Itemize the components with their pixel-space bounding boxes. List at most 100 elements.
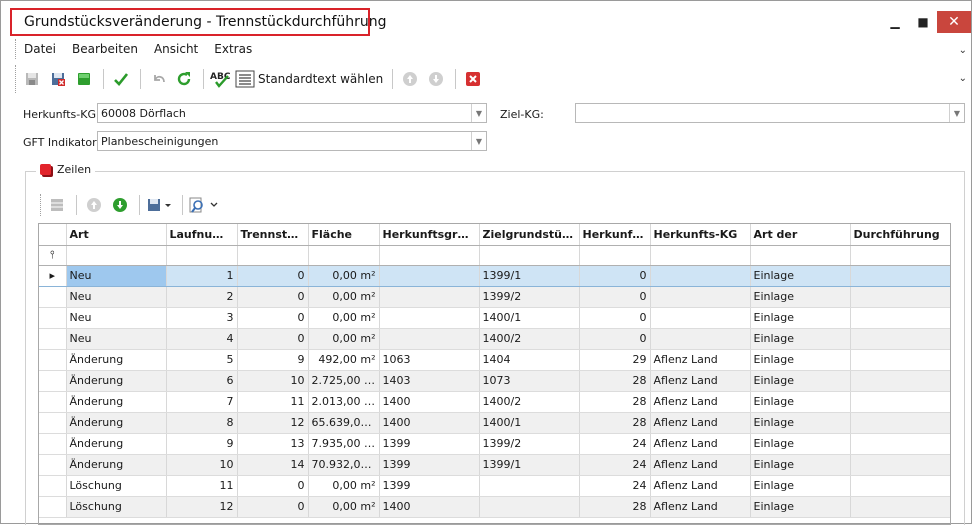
table-cell[interactable]: Aflenz Land: [650, 496, 751, 518]
menu-ansicht[interactable]: Ansicht: [146, 42, 206, 56]
table-cell[interactable]: 1073: [479, 370, 580, 392]
move-down-button[interactable]: [424, 68, 448, 90]
table-cell[interactable]: 0: [237, 307, 309, 329]
table-cell[interactable]: 0,00 m²: [308, 475, 380, 497]
column-header[interactable]: Durchführung: [850, 224, 950, 246]
table-cell[interactable]: 0: [579, 328, 651, 350]
table-cell[interactable]: Einlage: [750, 496, 851, 518]
filter-cell[interactable]: [650, 245, 751, 266]
table-cell[interactable]: 4: [166, 328, 238, 350]
table-row[interactable]: Änderung 5 9 492,00 m² 1063 1404 29 Aflenz Land…: [39, 349, 950, 371]
table-cell[interactable]: Einlage: [750, 328, 851, 350]
table-cell[interactable]: [850, 307, 950, 329]
table-cell[interactable]: 0,00 m²: [308, 496, 380, 518]
table-cell[interactable]: [379, 286, 480, 308]
table-cell[interactable]: 2: [166, 286, 238, 308]
table-cell[interactable]: 0: [237, 328, 309, 350]
table-cell[interactable]: [850, 286, 950, 308]
chevron-down-icon[interactable]: ▼: [949, 104, 964, 122]
confirm-button[interactable]: [109, 68, 133, 90]
search-button[interactable]: [188, 194, 222, 216]
table-cell[interactable]: [850, 264, 950, 287]
table-cell[interactable]: 28: [579, 391, 651, 413]
table-cell[interactable]: 29: [579, 349, 651, 371]
column-header[interactable]: Herkunftsgrun…: [379, 224, 480, 246]
filter-cell[interactable]: [66, 245, 167, 266]
save-button[interactable]: [20, 68, 44, 90]
table-cell[interactable]: [379, 307, 480, 329]
row-indicator[interactable]: [39, 496, 67, 518]
table-cell[interactable]: 12: [166, 496, 238, 518]
table-cell[interactable]: 11: [237, 391, 309, 413]
cancel-button[interactable]: [461, 68, 485, 90]
table-row[interactable]: ▸ Neu 1 0 0,00 m² 1399/1 0 Einlage: [39, 264, 950, 287]
filter-cell[interactable]: [579, 245, 651, 266]
table-cell[interactable]: Einlage: [750, 307, 851, 329]
table-cell[interactable]: 1400/1: [479, 412, 580, 434]
column-header[interactable]: Laufnum…: [166, 224, 238, 246]
table-cell[interactable]: 0: [579, 307, 651, 329]
row-indicator[interactable]: [39, 328, 67, 350]
table-cell[interactable]: 5: [166, 349, 238, 371]
table-cell[interactable]: [379, 328, 480, 350]
table-cell[interactable]: 1399/2: [479, 433, 580, 455]
table-cell[interactable]: 1403: [379, 370, 480, 392]
chevron-down-icon[interactable]: ▼: [471, 132, 486, 150]
filter-cell[interactable]: [479, 245, 580, 266]
table-cell[interactable]: Änderung: [66, 349, 167, 371]
row-indicator[interactable]: [39, 454, 67, 476]
table-cell[interactable]: 11: [166, 475, 238, 497]
table-cell[interactable]: 1400/2: [479, 391, 580, 413]
table-cell[interactable]: Einlage: [750, 349, 851, 371]
table-cell[interactable]: 1400/1: [479, 307, 580, 329]
zeilen-grid[interactable]: Art Laufnum… Trennstü… Fläche Herkunftsg…: [38, 223, 951, 525]
row-down-button[interactable]: [108, 194, 132, 216]
table-cell[interactable]: [479, 475, 580, 497]
rows-button[interactable]: [45, 194, 69, 216]
table-cell[interactable]: Änderung: [66, 433, 167, 455]
table-cell[interactable]: [650, 328, 751, 350]
table-cell[interactable]: Neu: [66, 286, 167, 308]
column-header[interactable]: Fläche: [308, 224, 380, 246]
table-cell[interactable]: 28: [579, 496, 651, 518]
table-row[interactable]: Änderung 6 10 2.725,00 m² 1403 1073 28 Aflenz L…: [39, 370, 950, 392]
menu-bearbeiten[interactable]: Bearbeiten: [64, 42, 146, 56]
table-cell[interactable]: 9: [166, 433, 238, 455]
table-row[interactable]: Löschung 12 0 0,00 m² 1400 28 Aflenz Land Einla…: [39, 496, 950, 518]
table-cell[interactable]: [850, 328, 950, 350]
ziel-kg-combo[interactable]: ▼: [575, 103, 965, 123]
table-cell[interactable]: 1400: [379, 391, 480, 413]
table-cell[interactable]: 70.932,00 …: [308, 454, 380, 476]
table-cell[interactable]: [379, 264, 480, 287]
table-cell[interactable]: 13: [237, 433, 309, 455]
table-cell[interactable]: [850, 349, 950, 371]
table-cell[interactable]: Löschung: [66, 496, 167, 518]
filter-cell[interactable]: [750, 245, 851, 266]
row-indicator[interactable]: [39, 307, 67, 329]
table-cell[interactable]: 1399: [379, 475, 480, 497]
chevron-down-icon[interactable]: ▼: [471, 104, 486, 122]
row-indicator[interactable]: [39, 475, 67, 497]
table-cell[interactable]: 0: [237, 264, 309, 287]
row-indicator[interactable]: [39, 433, 67, 455]
table-cell[interactable]: 10: [166, 454, 238, 476]
table-cell[interactable]: 0,00 m²: [308, 286, 380, 308]
table-cell[interactable]: 0,00 m²: [308, 264, 380, 287]
table-cell[interactable]: Neu: [66, 264, 167, 287]
table-cell[interactable]: Einlage: [750, 454, 851, 476]
table-cell[interactable]: Löschung: [66, 475, 167, 497]
table-cell[interactable]: Änderung: [66, 454, 167, 476]
table-cell[interactable]: [850, 391, 950, 413]
table-cell[interactable]: [650, 286, 751, 308]
table-cell[interactable]: 28: [579, 370, 651, 392]
filter-cell[interactable]: [308, 245, 380, 266]
table-cell[interactable]: 7.935,00 m²: [308, 433, 380, 455]
table-cell[interactable]: 1404: [479, 349, 580, 371]
table-cell[interactable]: 1: [166, 264, 238, 287]
save-close-button[interactable]: [46, 68, 70, 90]
table-cell[interactable]: 1399/2: [479, 286, 580, 308]
table-cell[interactable]: Einlage: [750, 286, 851, 308]
table-cell[interactable]: 0: [237, 496, 309, 518]
filter-cell[interactable]: [237, 245, 309, 266]
spellcheck-button[interactable]: ABC: [209, 68, 233, 90]
